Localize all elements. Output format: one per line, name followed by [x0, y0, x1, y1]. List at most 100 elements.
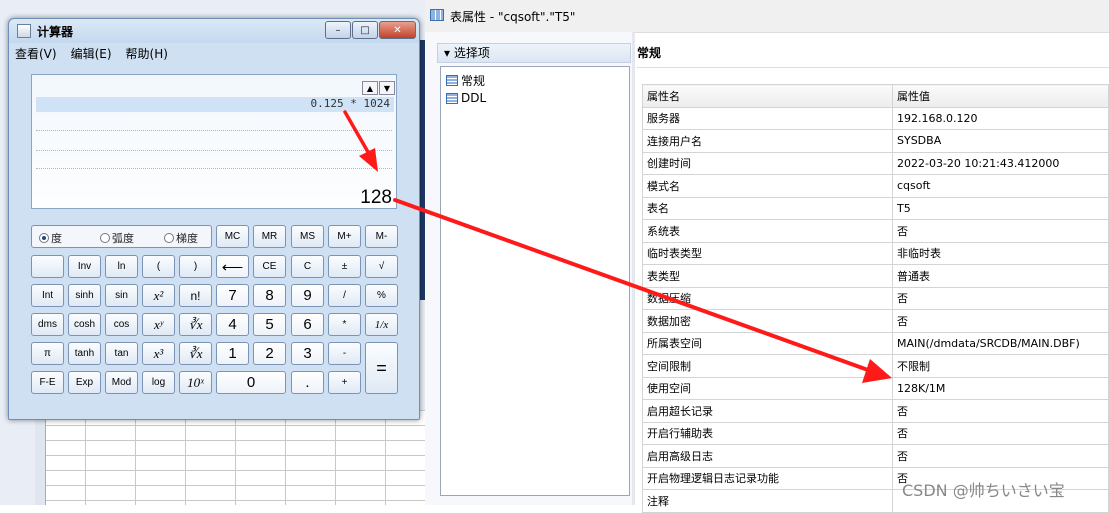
backspace-key[interactable]: ⟵: [216, 255, 249, 278]
dms-key[interactable]: dms: [31, 313, 64, 336]
inv-key[interactable]: Inv: [68, 255, 101, 278]
int-key[interactable]: Int: [31, 284, 64, 307]
digit-6-key[interactable]: 6: [291, 313, 324, 336]
backspace-icon: ⟵: [221, 258, 244, 276]
digit-0-key[interactable]: 0: [216, 371, 286, 394]
table-row[interactable]: 表名 T5: [642, 196, 1109, 220]
cosh-key[interactable]: cosh: [68, 313, 101, 336]
table-row[interactable]: 临时表类型 非临时表: [642, 241, 1109, 265]
angle-gradian-radio[interactable]: 梯度: [164, 230, 198, 246]
tanh-key[interactable]: tanh: [68, 342, 101, 365]
digit-4-key[interactable]: 4: [216, 313, 249, 336]
table-row[interactable]: 模式名 cqsoft: [642, 174, 1109, 198]
menu-view[interactable]: 查看(V): [13, 45, 59, 63]
power-key[interactable]: xʸ: [142, 313, 175, 336]
table-row[interactable]: 连接用户名 SYSDBA: [642, 129, 1109, 153]
angle-degree-radio[interactable]: 度: [39, 230, 62, 246]
property-value-cell: 否: [892, 421, 1109, 445]
digit-2-key[interactable]: 2: [253, 342, 286, 365]
property-value-cell: 否: [892, 309, 1109, 333]
subtract-key[interactable]: -: [328, 342, 361, 365]
radio-selected-icon: [39, 233, 49, 243]
menu-help[interactable]: 帮助(H): [124, 45, 170, 63]
digit-1-key[interactable]: 1: [216, 342, 249, 365]
tan-key[interactable]: tan: [105, 342, 138, 365]
table-row[interactable]: 开启行辅助表否: [642, 421, 1109, 445]
table-row[interactable]: 空间限制 不限制: [642, 354, 1109, 378]
digit-3-key[interactable]: 3: [291, 342, 324, 365]
fe-key[interactable]: F-E: [31, 371, 64, 394]
multiply-key[interactable]: *: [328, 313, 361, 336]
table-row[interactable]: 表类型 普通表: [642, 264, 1109, 288]
result-value: 128: [360, 187, 392, 208]
negate-key[interactable]: ±: [328, 255, 361, 278]
percent-key[interactable]: %: [365, 284, 398, 307]
property-value-cell: SYSDBA: [892, 129, 1109, 153]
menu-edit[interactable]: 编辑(E): [69, 45, 114, 63]
digit-5-key[interactable]: 5: [253, 313, 286, 336]
angle-mode-group: 度 弧度 梯度: [31, 225, 212, 248]
sqrt-key[interactable]: √: [365, 255, 398, 278]
square-key[interactable]: x²: [142, 284, 175, 307]
table-row[interactable]: 系统表否: [642, 219, 1109, 243]
table-row[interactable]: 所属表空间 MAIN(/dmdata/SRCDB/MAIN.DBF): [642, 331, 1109, 355]
clear-entry-key[interactable]: CE: [253, 255, 286, 278]
sin-key[interactable]: sin: [105, 284, 138, 307]
ln-key[interactable]: ln: [105, 255, 138, 278]
memory-recall-button[interactable]: MR: [253, 225, 286, 248]
close-paren-key[interactable]: ): [179, 255, 212, 278]
angle-radian-radio[interactable]: 弧度: [100, 230, 134, 246]
log-key[interactable]: log: [142, 371, 175, 394]
cos-key[interactable]: cos: [105, 313, 138, 336]
memory-subtract-button[interactable]: M-: [365, 225, 398, 248]
open-paren-key[interactable]: (: [142, 255, 175, 278]
memory-store-button[interactable]: MS: [291, 225, 324, 248]
history-selected-row[interactable]: 0.125 * 1024: [36, 97, 394, 112]
minimize-button[interactable]: –: [325, 21, 351, 39]
table-row[interactable]: 服务器 192.168.0.120: [642, 106, 1109, 130]
options-section-header[interactable]: ▾ 选择项: [437, 43, 631, 63]
clear-key[interactable]: C: [291, 255, 324, 278]
column-header-name[interactable]: 属性名: [642, 84, 893, 108]
table-row[interactable]: 创建时间 2022-03-20 10:21:43.412000: [642, 151, 1109, 175]
history-up-button[interactable]: ▲: [362, 81, 378, 95]
exp-key[interactable]: Exp: [68, 371, 101, 394]
yroot-key[interactable]: ∛x: [179, 313, 212, 336]
add-key[interactable]: +: [328, 371, 361, 394]
divide-key[interactable]: /: [328, 284, 361, 307]
digit-7-key[interactable]: 7: [216, 284, 249, 307]
table-row[interactable]: 数据加密否: [642, 309, 1109, 333]
cube-root-key[interactable]: ∛x: [179, 342, 212, 365]
pi-key[interactable]: π: [31, 342, 64, 365]
reciprocal-key[interactable]: 1/x: [365, 313, 398, 336]
factorial-key[interactable]: n!: [179, 284, 212, 307]
memory-clear-button[interactable]: MC: [216, 225, 249, 248]
digit-9-key[interactable]: 9: [291, 284, 324, 307]
minimize-icon: –: [335, 24, 341, 36]
table-row[interactable]: 数据压缩否: [642, 286, 1109, 310]
decimal-key[interactable]: .: [291, 371, 324, 394]
calculator-titlebar[interactable]: 计算器 – □ ✕: [9, 19, 419, 43]
angle-degree-label: 度: [51, 232, 62, 245]
equals-key[interactable]: =: [365, 342, 398, 394]
mod-key[interactable]: Mod: [105, 371, 138, 394]
table-row[interactable]: 启用高级日志否: [642, 444, 1109, 468]
table-row[interactable]: 启用超长记录否: [642, 399, 1109, 423]
pane-splitter[interactable]: [632, 32, 635, 505]
properties-titlebar[interactable]: 表属性 - "cqsoft"."T5": [425, 0, 1109, 33]
ten-power-key[interactable]: 10ˣ: [179, 371, 212, 394]
tree-item-ddl[interactable]: DDL: [446, 91, 486, 105]
cube-key[interactable]: x³: [142, 342, 175, 365]
column-header-value[interactable]: 属性值: [892, 84, 1109, 108]
property-name-cell: 注释: [642, 489, 893, 513]
digit-8-key[interactable]: 8: [253, 284, 286, 307]
blank-key[interactable]: [31, 255, 64, 278]
close-icon: ✕: [393, 24, 402, 36]
sinh-key[interactable]: sinh: [68, 284, 101, 307]
maximize-button[interactable]: □: [352, 21, 378, 39]
history-down-button[interactable]: ▼: [379, 81, 395, 95]
table-row[interactable]: 使用空间 128K/1M: [642, 376, 1109, 400]
memory-add-button[interactable]: M+: [328, 225, 361, 248]
close-button[interactable]: ✕: [379, 21, 416, 39]
tree-item-general[interactable]: 常规: [446, 72, 485, 89]
